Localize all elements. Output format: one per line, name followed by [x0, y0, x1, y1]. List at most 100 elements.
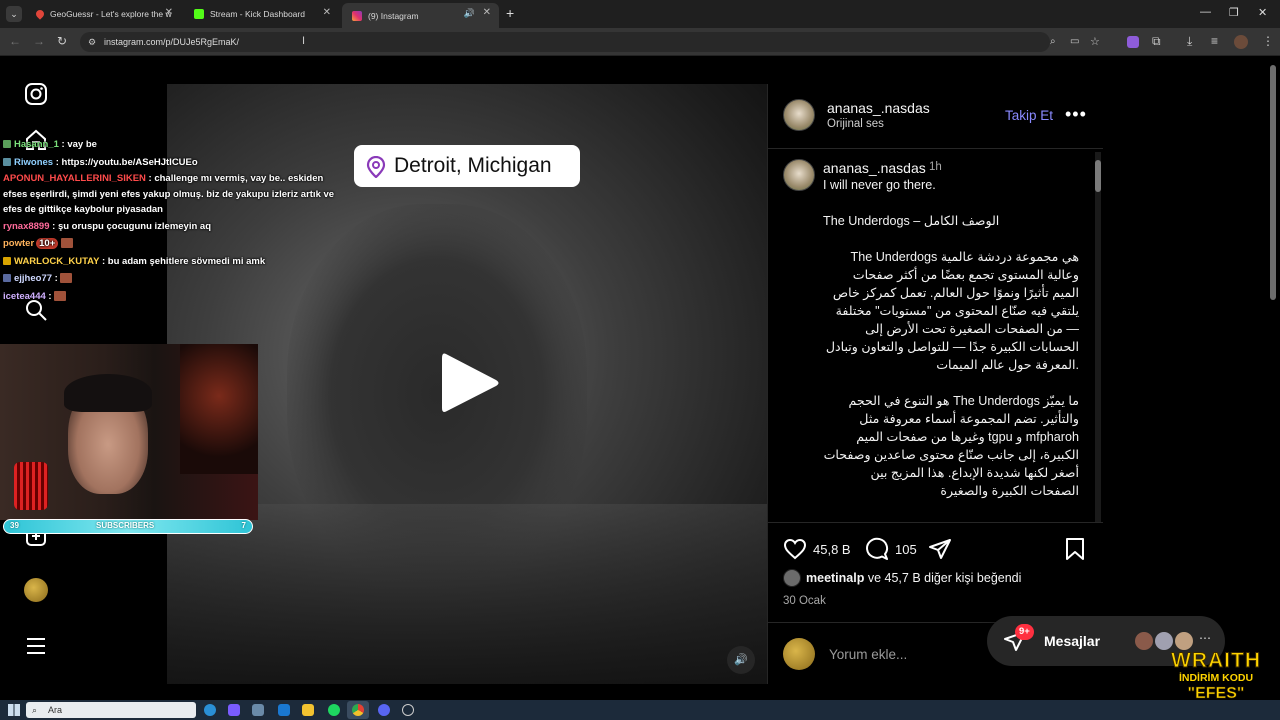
profile-avatar[interactable] [1234, 35, 1248, 49]
url-text: instagram.com/p/DUJe5RgEmaK/ [104, 37, 240, 47]
sponsor-overlay: WRAITH İNDİRİM KODU "EFES" [1162, 649, 1270, 702]
chat-message: ejjheo77 : [3, 270, 348, 288]
store-icon[interactable] [252, 704, 264, 716]
forward-icon[interactable]: → [33, 34, 45, 48]
location-sticker: Detroit, Michigan [354, 145, 580, 187]
caption-text: I will never go there. The Underdogs – ا… [823, 178, 1079, 498]
app-icon[interactable] [402, 704, 414, 716]
tab-kick[interactable]: Stream - Kick Dashboard ✕ [184, 3, 339, 25]
minimize-icon[interactable]: — [1200, 6, 1211, 18]
caption-scrollbar[interactable] [1095, 152, 1101, 522]
cast-icon[interactable]: ▭ [1070, 32, 1079, 52]
tab-title: GeoGuessr - Let's explore the w [50, 9, 172, 19]
menu-icon[interactable]: ⋮ [1262, 34, 1274, 48]
file-explorer-icon[interactable] [302, 704, 314, 716]
spotify-icon[interactable] [328, 704, 340, 716]
close-tab-icon[interactable]: ✕ [165, 7, 173, 18]
new-tab-button[interactable]: + [506, 5, 514, 21]
emote-icon [54, 290, 67, 301]
comment-icon[interactable] [865, 537, 889, 561]
stream-chat: Hasann_1 : vay be Riwones : https://yout… [3, 136, 348, 305]
copilot-icon[interactable] [228, 704, 240, 716]
chat-message: rynax8899 : şu oruspu çocugunu izlemeyin… [3, 220, 212, 232]
profile-avatar[interactable] [24, 578, 48, 602]
caption-time: 1h [929, 161, 942, 173]
divider [768, 522, 1103, 523]
kick-icon [194, 9, 204, 19]
comment-input[interactable]: Yorum ekle... [829, 647, 907, 662]
reading-list-icon[interactable]: ≡ [1211, 34, 1218, 48]
windows-taskbar: ⌕ Ara [0, 700, 1280, 720]
play-icon[interactable] [440, 350, 502, 416]
more-options-icon[interactable]: ••• [1065, 104, 1087, 125]
map-pin-icon [34, 8, 46, 20]
bookmark-star-icon[interactable]: ☆ [1090, 32, 1100, 52]
discord-icon[interactable] [378, 704, 390, 716]
page-scrollbar[interactable] [1270, 65, 1276, 300]
more-avatars-icon: ⋯ [1199, 631, 1211, 645]
location-pin-icon [366, 156, 386, 178]
speaker-icon[interactable]: 🔊 [464, 8, 475, 19]
streamer-webcam [0, 344, 258, 520]
follow-button[interactable]: Takip Et [1005, 108, 1053, 123]
tab-title: Stream - Kick Dashboard [210, 9, 305, 19]
back-icon[interactable]: ← [9, 34, 21, 48]
liked-by-avatar[interactable] [783, 569, 801, 587]
mute-button[interactable]: 🔊 [727, 646, 755, 674]
url-field[interactable]: ⚙ instagram.com/p/DUJe5RgEmaK/ I ⌕ ▭ ☆ [80, 32, 1100, 52]
close-tab-icon[interactable]: ✕ [483, 7, 491, 18]
zoom-icon[interactable]: ⌕ [1050, 32, 1056, 52]
chat-message: Hasann_1 : vay be [3, 136, 348, 154]
video-floor [167, 504, 767, 684]
tab-geoguessr[interactable]: GeoGuessr - Let's explore the w ✕ [26, 3, 181, 25]
chat-message: Riwones : https://youtu.be/ASeHJtICUEo [3, 154, 348, 172]
hamburger-menu-icon[interactable] [24, 634, 48, 658]
poster [180, 344, 258, 474]
microphone [14, 462, 48, 510]
taskbar-search-input[interactable]: ⌕ Ara [26, 702, 196, 718]
close-window-icon[interactable]: ✕ [1258, 6, 1267, 19]
messages-label: Mesajlar [1044, 633, 1101, 649]
like-count[interactable]: 45,8 B [813, 542, 851, 557]
close-tab-icon[interactable]: ✕ [323, 7, 331, 18]
outlook-icon[interactable] [278, 704, 290, 716]
caption-username[interactable]: ananas_.nasdas [823, 160, 926, 176]
author-username[interactable]: ananas_.nasdas [827, 100, 930, 116]
author-avatar[interactable] [783, 99, 815, 131]
tab-list-button[interactable]: ⌄ [6, 6, 22, 22]
emote-icon [60, 273, 73, 284]
audio-label[interactable]: Orijinal ses [827, 118, 884, 130]
like-heart-icon[interactable] [783, 537, 807, 561]
extension-icon[interactable] [1127, 36, 1139, 48]
chat-message: icetea444 : [3, 288, 348, 306]
edge-icon[interactable] [204, 704, 216, 716]
message-avatar [1175, 632, 1193, 650]
caption-scrollbar-thumb[interactable] [1095, 160, 1101, 192]
reload-icon[interactable]: ↻ [57, 34, 67, 48]
subscriber-goal-bar: 39 SUBSCRIBERS 7 [3, 519, 253, 534]
windows-start-icon[interactable] [8, 704, 20, 716]
caption-avatar[interactable] [783, 159, 815, 191]
save-bookmark-icon[interactable] [1064, 537, 1086, 561]
chrome-icon[interactable] [352, 704, 364, 716]
emote-icon [60, 238, 73, 249]
search-icon: ⌕ [32, 705, 38, 715]
instagram-logo-icon[interactable] [24, 82, 48, 106]
comment-count[interactable]: 105 [895, 542, 917, 557]
share-icon[interactable] [928, 537, 952, 561]
restore-icon[interactable]: ❐ [1229, 6, 1239, 19]
message-avatar [1135, 632, 1153, 650]
chat-message: powter 10+ [3, 235, 348, 253]
tab-instagram[interactable]: (9) Instagram 🔊 ✕ [342, 3, 499, 28]
post-date: 30 Ocak [783, 595, 826, 607]
messages-badge: 9+ [1015, 624, 1034, 640]
text-cursor-icon: I [302, 35, 306, 47]
message-avatar [1155, 632, 1173, 650]
tab-bar: ⌄ GeoGuessr - Let's explore the w ✕ Stre… [0, 0, 1280, 28]
address-bar: ← → ↻ ⚙ instagram.com/p/DUJe5RgEmaK/ I ⌕… [0, 28, 1280, 56]
download-icon[interactable]: ⤓ [1187, 34, 1192, 49]
puzzle-icon[interactable]: ⧉ [1152, 34, 1161, 49]
liked-by-text[interactable]: meetinalp ve 45,7 B diğer kişi beğendi [806, 571, 1021, 585]
site-info-icon[interactable]: ⚙ [88, 32, 96, 52]
sponsor-brand: WRAITH [1171, 649, 1261, 672]
